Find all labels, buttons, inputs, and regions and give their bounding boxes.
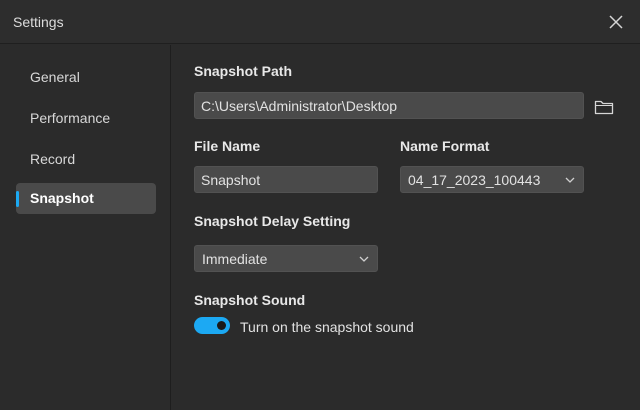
file-name-value: Snapshot [201, 172, 261, 188]
chevron-down-icon [359, 256, 369, 262]
snapshot-sound-toggle[interactable] [194, 317, 230, 334]
snapshot-path-field[interactable]: C:\Users\Administrator\Desktop [194, 92, 584, 119]
snapshot-path-label: Snapshot Path [194, 63, 293, 79]
sidebar-item-label: Record [30, 151, 76, 167]
sidebar: General Performance Record Snapshot [0, 45, 171, 410]
sidebar-item-performance[interactable]: Performance [16, 103, 156, 134]
sidebar-item-label: Snapshot [30, 190, 94, 206]
file-name-label: File Name [194, 138, 261, 154]
sidebar-item-label: Performance [30, 110, 111, 126]
name-format-select[interactable]: 04_17_2023_100443 [400, 166, 584, 193]
name-format-value: 04_17_2023_100443 [408, 172, 541, 188]
delay-setting-value: Immediate [202, 251, 268, 267]
delay-setting-label: Snapshot Delay Setting [194, 213, 351, 229]
active-indicator [16, 191, 19, 207]
delay-setting-select[interactable]: Immediate [194, 245, 378, 272]
snapshot-path-value: C:\Users\Administrator\Desktop [201, 98, 398, 114]
sidebar-item-record[interactable]: Record [16, 144, 156, 175]
folder-icon [594, 100, 614, 115]
window-title: Settings [13, 14, 64, 30]
toggle-knob [217, 321, 226, 330]
close-icon [609, 15, 623, 29]
snapshot-sound-toggle-label: Turn on the snapshot sound [240, 319, 414, 335]
snapshot-sound-label: Snapshot Sound [194, 292, 306, 308]
browse-folder-button[interactable] [592, 96, 616, 118]
file-name-input[interactable]: Snapshot [194, 166, 378, 193]
chevron-down-icon [565, 177, 575, 183]
settings-window: Settings General Performance Record Snap… [0, 0, 640, 410]
sidebar-item-general[interactable]: General [16, 62, 156, 93]
snapshot-settings-panel: Snapshot Path C:\Users\Administrator\Des… [172, 45, 640, 410]
sidebar-item-label: General [30, 69, 80, 85]
title-bar: Settings [0, 0, 640, 44]
close-button[interactable] [604, 10, 628, 34]
name-format-label: Name Format [400, 138, 490, 154]
sidebar-item-snapshot[interactable]: Snapshot [16, 183, 156, 214]
